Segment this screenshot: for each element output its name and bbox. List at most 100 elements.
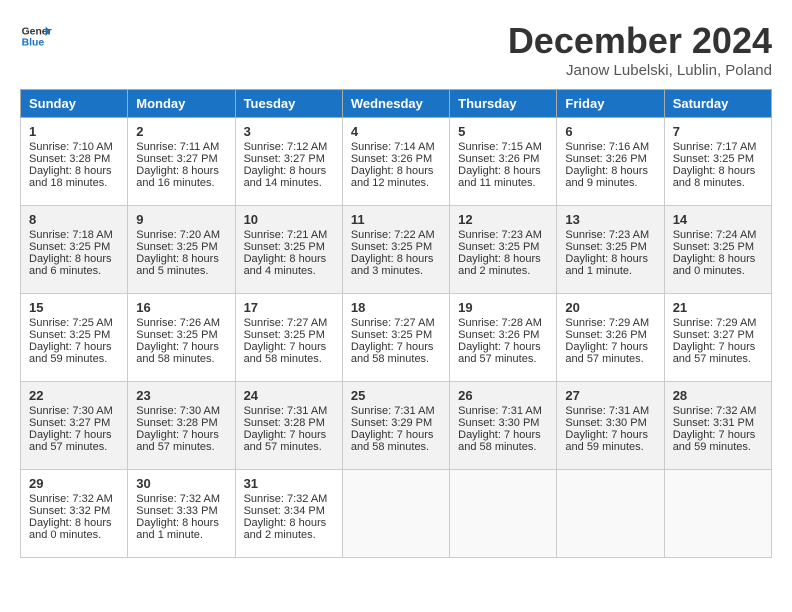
calendar-cell: 27 Sunrise: 7:31 AM Sunset: 3:30 PM Dayl… [557,382,664,470]
sunrise-text: Sunrise: 7:18 AM [29,229,113,241]
calendar-cell: 30 Sunrise: 7:32 AM Sunset: 3:33 PM Dayl… [128,470,235,558]
day-number: 3 [244,124,334,139]
logo: General Blue [20,20,52,52]
svg-text:Blue: Blue [22,38,45,49]
sunrise-text: Sunrise: 7:27 AM [244,317,328,329]
location-subtitle: Janow Lubelski, Lublin, Poland [508,62,772,79]
sunset-text: Sunset: 3:29 PM [351,417,432,429]
sunrise-text: Sunrise: 7:31 AM [244,405,328,417]
daylight-text: Daylight: 8 hours and 1 minute. [136,517,219,541]
sunrise-text: Sunrise: 7:31 AM [458,405,542,417]
sunset-text: Sunset: 3:31 PM [673,417,754,429]
day-number: 22 [29,388,119,403]
daylight-text: Daylight: 7 hours and 58 minutes. [458,429,541,453]
daylight-text: Daylight: 7 hours and 57 minutes. [136,429,219,453]
calendar-cell [342,470,449,558]
calendar-cell: 18 Sunrise: 7:27 AM Sunset: 3:25 PM Dayl… [342,294,449,382]
sunset-text: Sunset: 3:25 PM [244,329,325,341]
sunrise-text: Sunrise: 7:29 AM [565,317,649,329]
sunrise-text: Sunrise: 7:17 AM [673,141,757,153]
calendar-table: SundayMondayTuesdayWednesdayThursdayFrid… [20,89,772,558]
calendar-cell: 5 Sunrise: 7:15 AM Sunset: 3:26 PM Dayli… [450,118,557,206]
sunset-text: Sunset: 3:25 PM [29,241,110,253]
calendar-cell: 11 Sunrise: 7:22 AM Sunset: 3:25 PM Dayl… [342,206,449,294]
sunset-text: Sunset: 3:26 PM [458,153,539,165]
daylight-text: Daylight: 8 hours and 0 minutes. [29,517,112,541]
sunset-text: Sunset: 3:25 PM [673,241,754,253]
day-number: 26 [458,388,548,403]
day-number: 1 [29,124,119,139]
daylight-text: Daylight: 8 hours and 4 minutes. [244,253,327,277]
daylight-text: Daylight: 8 hours and 16 minutes. [136,165,219,189]
calendar-cell: 8 Sunrise: 7:18 AM Sunset: 3:25 PM Dayli… [21,206,128,294]
day-header-wednesday: Wednesday [342,90,449,118]
calendar-cell: 17 Sunrise: 7:27 AM Sunset: 3:25 PM Dayl… [235,294,342,382]
daylight-text: Daylight: 7 hours and 59 minutes. [565,429,648,453]
daylight-text: Daylight: 8 hours and 0 minutes. [673,253,756,277]
daylight-text: Daylight: 8 hours and 14 minutes. [244,165,327,189]
sunrise-text: Sunrise: 7:16 AM [565,141,649,153]
daylight-text: Daylight: 8 hours and 3 minutes. [351,253,434,277]
sunset-text: Sunset: 3:25 PM [136,329,217,341]
daylight-text: Daylight: 7 hours and 57 minutes. [29,429,112,453]
daylight-text: Daylight: 8 hours and 2 minutes. [458,253,541,277]
calendar-cell: 19 Sunrise: 7:28 AM Sunset: 3:26 PM Dayl… [450,294,557,382]
daylight-text: Daylight: 8 hours and 5 minutes. [136,253,219,277]
sunset-text: Sunset: 3:25 PM [351,329,432,341]
calendar-cell: 24 Sunrise: 7:31 AM Sunset: 3:28 PM Dayl… [235,382,342,470]
day-number: 6 [565,124,655,139]
calendar-cell: 6 Sunrise: 7:16 AM Sunset: 3:26 PM Dayli… [557,118,664,206]
calendar-cell [664,470,771,558]
day-number: 7 [673,124,763,139]
daylight-text: Daylight: 7 hours and 58 minutes. [136,341,219,365]
day-number: 4 [351,124,441,139]
sunrise-text: Sunrise: 7:10 AM [29,141,113,153]
month-title: December 2024 [508,20,772,62]
sunrise-text: Sunrise: 7:32 AM [673,405,757,417]
sunrise-text: Sunrise: 7:30 AM [29,405,113,417]
sunrise-text: Sunrise: 7:20 AM [136,229,220,241]
day-number: 18 [351,300,441,315]
daylight-text: Daylight: 7 hours and 59 minutes. [29,341,112,365]
calendar-cell: 7 Sunrise: 7:17 AM Sunset: 3:25 PM Dayli… [664,118,771,206]
sunset-text: Sunset: 3:28 PM [136,417,217,429]
daylight-text: Daylight: 8 hours and 2 minutes. [244,517,327,541]
daylight-text: Daylight: 8 hours and 11 minutes. [458,165,541,189]
daylight-text: Daylight: 8 hours and 12 minutes. [351,165,434,189]
daylight-text: Daylight: 7 hours and 57 minutes. [458,341,541,365]
calendar-cell: 21 Sunrise: 7:29 AM Sunset: 3:27 PM Dayl… [664,294,771,382]
sunrise-text: Sunrise: 7:11 AM [136,141,219,153]
sunset-text: Sunset: 3:30 PM [458,417,539,429]
sunset-text: Sunset: 3:27 PM [29,417,110,429]
calendar-cell: 28 Sunrise: 7:32 AM Sunset: 3:31 PM Dayl… [664,382,771,470]
sunset-text: Sunset: 3:32 PM [29,505,110,517]
calendar-week-row: 22 Sunrise: 7:30 AM Sunset: 3:27 PM Dayl… [21,382,772,470]
sunset-text: Sunset: 3:30 PM [565,417,646,429]
calendar-cell: 3 Sunrise: 7:12 AM Sunset: 3:27 PM Dayli… [235,118,342,206]
day-header-thursday: Thursday [450,90,557,118]
calendar-week-row: 15 Sunrise: 7:25 AM Sunset: 3:25 PM Dayl… [21,294,772,382]
sunset-text: Sunset: 3:27 PM [673,329,754,341]
sunrise-text: Sunrise: 7:25 AM [29,317,113,329]
sunset-text: Sunset: 3:34 PM [244,505,325,517]
calendar-cell: 13 Sunrise: 7:23 AM Sunset: 3:25 PM Dayl… [557,206,664,294]
day-number: 8 [29,212,119,227]
sunset-text: Sunset: 3:25 PM [136,241,217,253]
calendar-cell: 26 Sunrise: 7:31 AM Sunset: 3:30 PM Dayl… [450,382,557,470]
calendar-week-row: 8 Sunrise: 7:18 AM Sunset: 3:25 PM Dayli… [21,206,772,294]
calendar-cell: 20 Sunrise: 7:29 AM Sunset: 3:26 PM Dayl… [557,294,664,382]
sunset-text: Sunset: 3:28 PM [244,417,325,429]
calendar-cell [450,470,557,558]
day-number: 10 [244,212,334,227]
calendar-cell: 4 Sunrise: 7:14 AM Sunset: 3:26 PM Dayli… [342,118,449,206]
sunrise-text: Sunrise: 7:26 AM [136,317,220,329]
day-header-saturday: Saturday [664,90,771,118]
sunrise-text: Sunrise: 7:14 AM [351,141,435,153]
sunrise-text: Sunrise: 7:27 AM [351,317,435,329]
calendar-cell: 10 Sunrise: 7:21 AM Sunset: 3:25 PM Dayl… [235,206,342,294]
sunset-text: Sunset: 3:26 PM [565,329,646,341]
logo-icon: General Blue [20,20,52,52]
day-number: 23 [136,388,226,403]
day-number: 31 [244,476,334,491]
calendar-cell: 22 Sunrise: 7:30 AM Sunset: 3:27 PM Dayl… [21,382,128,470]
